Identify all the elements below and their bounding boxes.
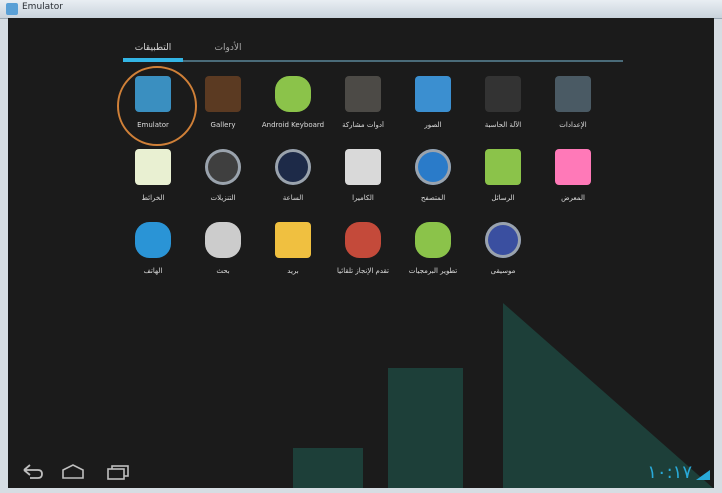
tab-divider bbox=[123, 60, 623, 62]
settings-sliders-icon bbox=[555, 76, 591, 112]
home-icon[interactable] bbox=[60, 464, 86, 480]
android-robot-icon bbox=[275, 76, 311, 112]
tab-widgets[interactable]: الأدوات bbox=[203, 36, 253, 62]
envelope-icon bbox=[275, 222, 311, 258]
app-label: الساعة bbox=[282, 194, 304, 202]
magnifier-icon bbox=[205, 222, 241, 258]
emulator-app-icon bbox=[135, 76, 171, 112]
tab-active-indicator bbox=[123, 58, 183, 62]
phone-handset-icon bbox=[135, 222, 171, 258]
android-robot-icon bbox=[415, 222, 451, 258]
app-launcher-item[interactable]: الساعة bbox=[258, 145, 328, 215]
app-launcher-item[interactable]: بريد bbox=[258, 218, 328, 288]
globe-icon bbox=[415, 149, 451, 185]
app-launcher-item[interactable]: موسيقى bbox=[468, 218, 538, 288]
window-app-icon bbox=[6, 3, 18, 15]
map-icon bbox=[135, 149, 171, 185]
download-arrow-icon bbox=[205, 149, 241, 185]
app-launcher-item[interactable]: الرسائل bbox=[468, 145, 538, 215]
app-label: Gallery bbox=[210, 121, 236, 129]
app-launcher-item[interactable]: بحث bbox=[188, 218, 258, 288]
app-label: بريد bbox=[287, 267, 299, 275]
emulator-window: Emulator التطبيقات الأدوات Emulator Galle… bbox=[0, 0, 722, 493]
app-label: Android Keyboard bbox=[261, 121, 325, 129]
app-launcher-item[interactable]: التنزيلات bbox=[188, 145, 258, 215]
app-launcher-item[interactable]: المتصفح bbox=[398, 145, 468, 215]
app-label: أدوات مشاركة bbox=[342, 121, 384, 129]
gallery-picture-icon bbox=[555, 149, 591, 185]
contacts-book-icon bbox=[415, 76, 451, 112]
app-launcher-item[interactable]: Android Keyboard bbox=[258, 72, 328, 142]
app-launcher-item[interactable]: الآلة الحاسبة bbox=[468, 72, 538, 142]
clapperboard-icon bbox=[345, 76, 381, 112]
clock-icon bbox=[275, 149, 311, 185]
app-launcher-item[interactable]: تقدم الإنجاز تلقائيا bbox=[328, 218, 398, 288]
app-label: Emulator bbox=[137, 121, 169, 129]
app-launcher-item[interactable]: الإعدادات bbox=[538, 72, 608, 142]
photo-frame-icon bbox=[205, 76, 241, 112]
calculator-icon bbox=[485, 76, 521, 112]
app-label: الرسائل bbox=[491, 194, 515, 202]
app-label: المتصفح bbox=[420, 194, 446, 202]
music-disc-icon bbox=[485, 222, 521, 258]
app-launcher-item[interactable]: تطوير البرمجيات bbox=[398, 218, 468, 288]
app-label: التنزيلات bbox=[210, 194, 236, 202]
android-screen: التطبيقات الأدوات Emulator Gallery Android… bbox=[8, 18, 714, 488]
app-launcher-item[interactable]: الصور bbox=[398, 72, 468, 142]
signal-icon bbox=[696, 470, 710, 480]
camera-icon bbox=[345, 149, 381, 185]
tab-bar: التطبيقات الأدوات bbox=[123, 36, 623, 66]
app-launcher-item[interactable]: أدوات مشاركة bbox=[328, 72, 398, 142]
app-launcher-item[interactable]: Gallery bbox=[188, 72, 258, 142]
app-label: تطوير البرمجيات bbox=[408, 267, 458, 275]
dev-tools-robot-icon bbox=[345, 222, 381, 258]
app-launcher-item[interactable]: الكاميرا bbox=[328, 145, 398, 215]
app-label: الصور bbox=[424, 121, 442, 129]
app-label: المعرض bbox=[561, 194, 585, 202]
app-label: الآلة الحاسبة bbox=[484, 121, 522, 129]
app-label: الإعدادات bbox=[559, 121, 587, 129]
message-bubble-icon bbox=[485, 149, 521, 185]
app-label: الهاتف bbox=[143, 267, 163, 275]
navigation-bar: ١٠:١٧ bbox=[8, 458, 714, 488]
app-label: الكاميرا bbox=[352, 194, 374, 202]
app-launcher-item[interactable]: الهاتف bbox=[118, 218, 188, 288]
app-launcher-item[interactable]: المعرض bbox=[538, 145, 608, 215]
app-label: موسيقى bbox=[490, 267, 516, 275]
app-label: الخرائط bbox=[141, 194, 165, 202]
window-title: Emulator bbox=[22, 2, 63, 12]
app-launcher-item[interactable]: Emulator bbox=[118, 72, 188, 142]
status-clock: ١٠:١٧ bbox=[647, 462, 692, 483]
recent-apps-icon[interactable] bbox=[106, 464, 130, 480]
back-icon[interactable] bbox=[20, 464, 44, 480]
title-bar[interactable]: Emulator bbox=[0, 0, 722, 19]
app-label: تقدم الإنجاز تلقائيا bbox=[337, 267, 389, 275]
app-label: بحث bbox=[216, 267, 230, 275]
app-launcher-item[interactable]: الخرائط bbox=[118, 145, 188, 215]
